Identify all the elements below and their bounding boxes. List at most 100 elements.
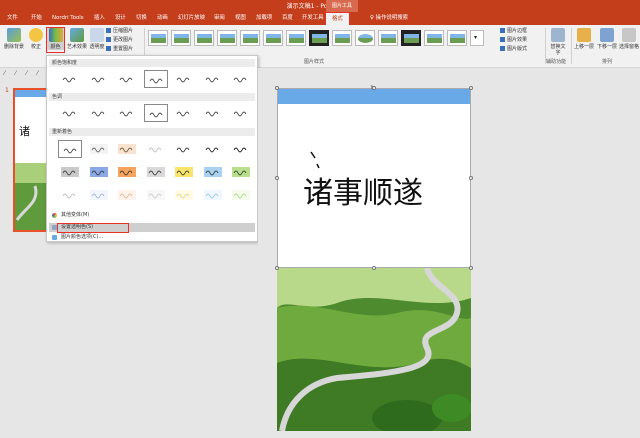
color-swatch[interactable]: [172, 186, 196, 204]
tab-insert[interactable]: 插入: [94, 14, 105, 23]
color-swatch[interactable]: [172, 163, 196, 181]
color-swatch[interactable]: [58, 104, 82, 122]
picture-style[interactable]: [309, 30, 329, 46]
resize-handle[interactable]: [372, 86, 376, 90]
color-swatch[interactable]: [58, 70, 82, 88]
color-swatch[interactable]: [115, 186, 139, 204]
tab-file[interactable]: 文件: [7, 14, 18, 23]
alt-text-button[interactable]: 替换文字: [549, 28, 567, 56]
selection-pane-button[interactable]: 选择窗格: [618, 28, 640, 50]
color-swatch[interactable]: [172, 104, 196, 122]
picture-style[interactable]: [171, 30, 191, 46]
color-swatch[interactable]: [229, 163, 253, 181]
color-swatch[interactable]: [58, 163, 82, 181]
color-swatch[interactable]: [229, 70, 253, 88]
color-swatch[interactable]: [86, 104, 111, 122]
color-swatch[interactable]: [86, 140, 111, 158]
compress-pictures-button[interactable]: 压缩图片: [106, 28, 133, 35]
color-swatch[interactable]: [115, 70, 139, 88]
resize-handle[interactable]: [275, 176, 279, 180]
picture-style[interactable]: [148, 30, 168, 46]
tab-home[interactable]: 开始: [31, 14, 42, 23]
tab-developer[interactable]: 开发工具: [302, 14, 324, 23]
color-swatch[interactable]: [86, 186, 111, 204]
resize-handle[interactable]: [469, 266, 473, 270]
picture-style[interactable]: [286, 30, 306, 46]
color-swatch[interactable]: [172, 70, 196, 88]
tab-review[interactable]: 审阅: [214, 14, 225, 23]
artistic-effects-button[interactable]: 艺术效果: [66, 28, 88, 50]
tab-baidu[interactable]: 百度: [282, 14, 293, 23]
color-swatch[interactable]: [143, 186, 168, 204]
color-swatch[interactable]: [143, 163, 168, 181]
resize-handle[interactable]: [469, 176, 473, 180]
resize-handle[interactable]: [372, 266, 376, 270]
tell-me-search[interactable]: ♀ 操作说明搜索: [370, 14, 408, 23]
color-swatch[interactable]: [200, 104, 225, 122]
picture-style[interactable]: [355, 30, 375, 46]
landscape-illustration: [277, 268, 471, 431]
send-backward-button[interactable]: 下移一层: [596, 28, 618, 50]
color-swatch[interactable]: [200, 70, 225, 88]
color-swatch[interactable]: [86, 163, 111, 181]
color-swatch[interactable]: [58, 186, 82, 204]
transparency-button[interactable]: 透明度: [89, 28, 105, 50]
slide-thumbnail-preview: 诸: [15, 90, 49, 230]
color-swatch[interactable]: [200, 140, 225, 158]
color-swatch[interactable]: [200, 163, 225, 181]
color-swatch[interactable]: [143, 140, 168, 158]
eyedropper-icon[interactable]: ⁄: [4, 71, 10, 77]
color-swatch[interactable]: [229, 186, 253, 204]
tab-addins[interactable]: 加载项: [256, 14, 272, 23]
resize-handle[interactable]: [275, 86, 279, 90]
picture-style[interactable]: [401, 30, 421, 46]
eyedropper-icon[interactable]: ⁄: [26, 71, 32, 77]
picture-color-options-item[interactable]: 图片颜色选项(C)...: [49, 233, 255, 242]
landscape-image[interactable]: [277, 268, 471, 431]
tab-transitions[interactable]: 切换: [136, 14, 147, 23]
picture-style[interactable]: [378, 30, 398, 46]
picture-style[interactable]: [194, 30, 214, 46]
color-swatch[interactable]: [115, 163, 139, 181]
gallery-more-button[interactable]: ▾: [470, 30, 484, 46]
color-swatch[interactable]: [200, 186, 225, 204]
color-swatch[interactable]: [229, 104, 253, 122]
picture-style[interactable]: [332, 30, 352, 46]
color-swatch[interactable]: [86, 70, 111, 88]
resize-handle[interactable]: [469, 86, 473, 90]
tab-nordri-tools[interactable]: Nordri Tools: [52, 14, 84, 23]
color-swatch[interactable]: [143, 70, 168, 88]
picture-style[interactable]: [217, 30, 237, 46]
color-swatch[interactable]: [172, 140, 196, 158]
color-swatch[interactable]: [115, 140, 139, 158]
color-swatch[interactable]: [115, 104, 139, 122]
picture-style[interactable]: [263, 30, 283, 46]
color-swatch[interactable]: [229, 140, 253, 158]
picture-style[interactable]: [447, 30, 467, 46]
calligraphy-image[interactable]: 诸事顺遂: [277, 104, 471, 268]
change-picture-button[interactable]: 更改图片: [106, 37, 133, 44]
picture-layout-button[interactable]: 图片版式: [500, 46, 527, 53]
picture-style[interactable]: [424, 30, 444, 46]
tab-format[interactable]: 格式: [325, 12, 350, 26]
tab-slideshow[interactable]: 幻灯片放映: [178, 14, 205, 23]
picture-border-button[interactable]: 图片边框: [500, 28, 527, 35]
tab-design[interactable]: 设计: [115, 14, 126, 23]
picture-style[interactable]: [240, 30, 260, 46]
artistic-effects-icon: [70, 28, 84, 42]
remove-background-button[interactable]: 删除背景: [3, 28, 25, 50]
eyedropper-icon[interactable]: ⁄: [15, 71, 21, 77]
set-transparent-highlight: [57, 223, 129, 233]
slide-canvas[interactable]: 诸事顺遂: [277, 88, 471, 431]
picture-effects-button[interactable]: 图片效果: [500, 37, 527, 44]
reset-picture-button[interactable]: 重置图片: [106, 46, 133, 53]
more-variations-item[interactable]: 其他变体(M): [49, 211, 255, 220]
eyedropper-icon[interactable]: ⁄: [37, 71, 43, 77]
corrections-button[interactable]: 校正: [27, 28, 45, 50]
bring-forward-button[interactable]: 上移一层: [573, 28, 595, 50]
color-swatch[interactable]: [143, 104, 168, 122]
color-swatch[interactable]: [58, 140, 82, 158]
tab-view[interactable]: 视图: [235, 14, 246, 23]
resize-handle[interactable]: [275, 266, 279, 270]
tab-animations[interactable]: 动画: [157, 14, 168, 23]
